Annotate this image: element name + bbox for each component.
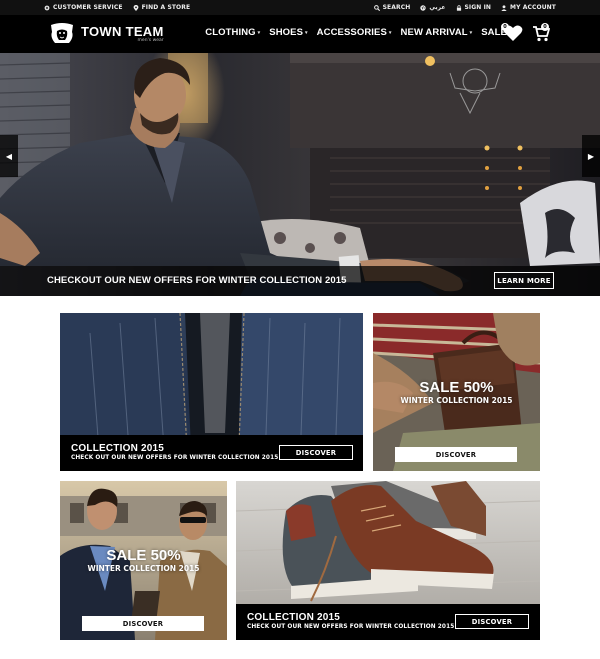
topbar-left: CUSTOMER SERVICE FIND A STORE (44, 0, 190, 15)
tile-caption-bar: COLLECTION 2015 CHECK OUT OUR NEW OFFERS… (60, 435, 363, 471)
customer-service-link[interactable]: CUSTOMER SERVICE (44, 4, 123, 11)
sale-title: SALE 50% (106, 547, 181, 564)
chevron-down-icon: ▾ (257, 29, 261, 36)
nav-new-arrival-label: NEW ARRIVAL (400, 27, 468, 38)
topbar-right: SEARCH عربي SIGN IN MY ACCOUNT (373, 0, 556, 15)
logo-title: TOWN TEAM (81, 23, 164, 39)
find-store-label: FIND A STORE (141, 4, 191, 11)
hero-slider: ◀ ▶ CHECKOUT OUR NEW OFFERS FOR WINTER C… (0, 53, 600, 296)
globe-icon (420, 4, 427, 11)
hero-prev-button[interactable]: ◀ (0, 135, 18, 177)
chevron-down-icon: ▾ (469, 29, 473, 36)
nav-shoes[interactable]: SHOES ▾ (269, 27, 307, 38)
sale-subtitle: WINTER COLLECTION 2015 (400, 396, 513, 405)
nav-clothing[interactable]: CLOTHING ▾ (205, 27, 260, 38)
promo-tile-bag[interactable]: SALE 50% WINTER COLLECTION 2015 DISCOVER (373, 313, 540, 471)
cart-count-badge: 0 (541, 23, 549, 31)
language-link[interactable]: عربي (420, 4, 445, 11)
logo-subtitle: men's wear (137, 37, 164, 43)
discover-button[interactable]: DISCOVER (455, 614, 529, 629)
search-label: SEARCH (382, 4, 411, 11)
sale-title: SALE 50% (419, 379, 494, 396)
lock-icon (456, 4, 461, 11)
map-pin-icon (133, 4, 138, 11)
hero-caption: CHECKOUT OUR NEW OFFERS FOR WINTER COLLE… (47, 275, 347, 286)
logo[interactable]: TOWN TEAM men's wear (48, 23, 164, 45)
hero-image (0, 53, 600, 296)
nav-clothing-label: CLOTHING (205, 27, 256, 38)
my-account-label: MY ACCOUNT (510, 4, 556, 11)
logo-lion-icon (51, 23, 73, 43)
chevron-right-icon: ▶ (587, 151, 595, 161)
discover-button[interactable]: DISCOVER (395, 447, 517, 462)
sign-in-label: SIGN IN (464, 4, 492, 11)
learn-more-button[interactable]: LEARN MORE (494, 272, 554, 289)
nav-new-arrival[interactable]: NEW ARRIVAL ▾ (401, 27, 473, 38)
sale-subtitle: WINTER COLLECTION 2015 (87, 564, 200, 573)
header-icons: 0 0 (501, 23, 552, 42)
search-link[interactable]: SEARCH (373, 4, 411, 11)
promo-tile-men[interactable]: SALE 50% WINTER COLLECTION 2015 DISCOVER (60, 481, 227, 640)
tile-title: COLLECTION 2015 (71, 443, 165, 454)
nav-accessories[interactable]: ACCESSORIES ▾ (317, 27, 392, 38)
main-nav: CLOTHING ▾ SHOES ▾ ACCESSORIES ▾ NEW ARRIVA… (205, 27, 507, 38)
logo-text: TOWN TEAM men's wear (81, 25, 164, 44)
promo-tile-shoes[interactable]: COLLECTION 2015 CHECK OUT OUR NEW OFFERS… (236, 481, 540, 640)
top-utility-bar: CUSTOMER SERVICE FIND A STORE SEARCH عرب… (0, 0, 600, 15)
customer-service-label: CUSTOMER SERVICE (53, 4, 123, 11)
tile-subtitle: CHECK OUT OUR NEW OFFERS FOR WINTER COLL… (71, 455, 279, 461)
language-label: عربي (429, 4, 446, 11)
tile-subtitle: CHECK OUT OUR NEW OFFERS FOR WINTER COLL… (247, 624, 455, 630)
tile-title: COLLECTION 2015 (247, 612, 341, 623)
user-icon (501, 4, 507, 11)
main-header: TOWN TEAM men's wear CLOTHING ▾ SHOES ▾ AC… (0, 15, 600, 53)
discover-button[interactable]: DISCOVER (279, 445, 353, 460)
find-store-link[interactable]: FIND A STORE (133, 4, 191, 11)
search-icon (373, 4, 380, 11)
chevron-left-icon: ◀ (5, 151, 13, 161)
tile-caption-bar: COLLECTION 2015 CHECK OUT OUR NEW OFFERS… (236, 604, 540, 640)
discover-button[interactable]: DISCOVER (82, 616, 204, 631)
wishlist-button[interactable]: 0 (501, 23, 523, 42)
my-account-link[interactable]: MY ACCOUNT (501, 4, 556, 11)
promo-tile-denim[interactable]: COLLECTION 2015 CHECK OUT OUR NEW OFFERS… (60, 313, 363, 471)
cart-button[interactable]: 0 (532, 23, 552, 42)
chevron-down-icon: ▾ (388, 29, 392, 36)
gear-icon (44, 5, 50, 10)
sign-in-link[interactable]: SIGN IN (456, 4, 492, 11)
hero-caption-bar: CHECKOUT OUR NEW OFFERS FOR WINTER COLLE… (0, 266, 600, 296)
hero-next-button[interactable]: ▶ (582, 135, 600, 177)
chevron-down-icon: ▾ (305, 29, 308, 36)
nav-accessories-label: ACCESSORIES (316, 27, 387, 38)
wishlist-count-badge: 0 (501, 23, 509, 31)
nav-shoes-label: SHOES (269, 27, 304, 38)
